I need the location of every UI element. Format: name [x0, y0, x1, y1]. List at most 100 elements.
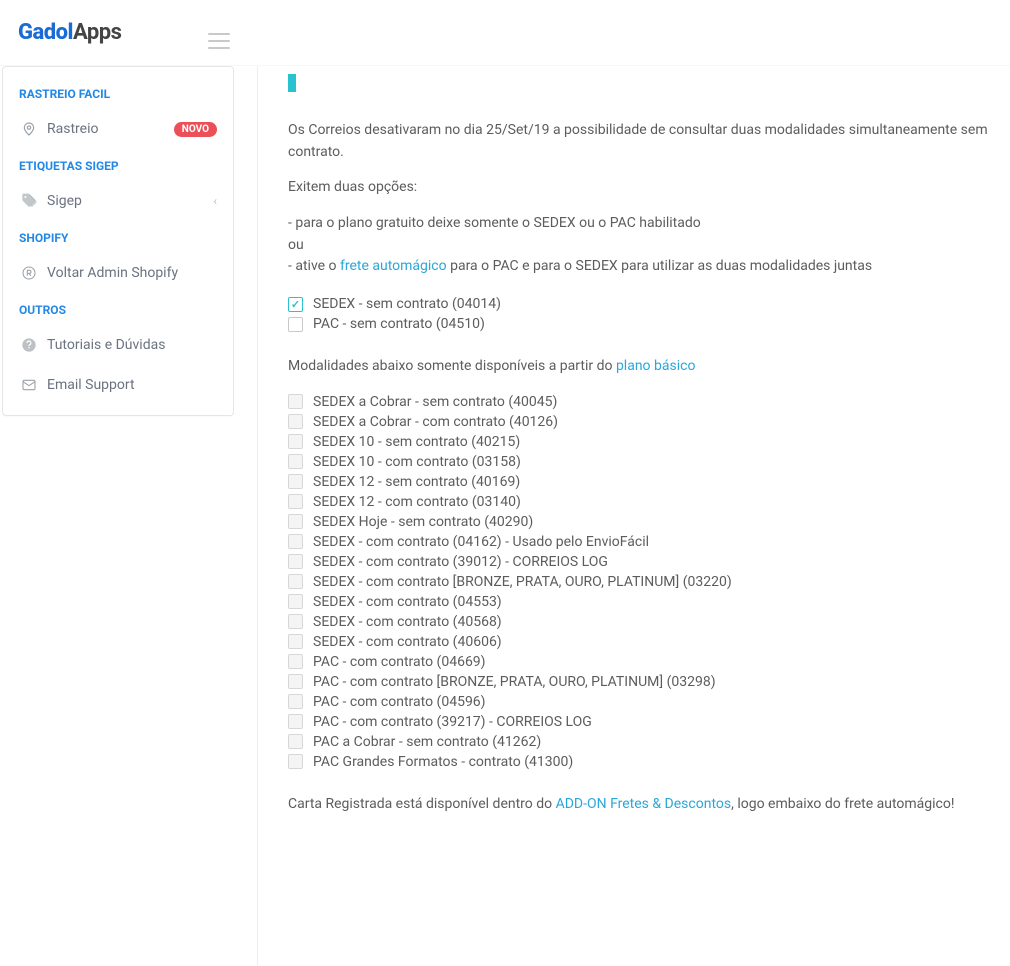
checkbox: [288, 634, 303, 649]
checkbox: [288, 514, 303, 529]
shipping-option-label: SEDEX - com contrato (04162) - Usado pel…: [313, 534, 649, 550]
checkbox: [288, 694, 303, 709]
basic-notice-pre: Modalidades abaixo somente disponíveis a…: [288, 358, 616, 374]
accent-bar: [288, 74, 296, 92]
sidebar: RASTREIO FACIL Rastreio NOVO ETIQUETAS SIGE…: [2, 66, 234, 416]
sidebar-section-title: SHOPIFY: [3, 221, 233, 253]
basic-plan-notice: Modalidades abaixo somente disponíveis a…: [288, 356, 990, 378]
top-header: GadolApps: [0, 0, 1010, 66]
checkbox: [288, 614, 303, 629]
shipping-option-row: SEDEX 10 - com contrato (03158): [288, 454, 990, 470]
basic-options-list: SEDEX a Cobrar - sem contrato (40045) SED…: [288, 394, 990, 770]
sidebar-section-title: OUTROS: [3, 293, 233, 325]
checkbox: [288, 454, 303, 469]
logo-dark-part: Apps: [73, 20, 121, 45]
addon-fretes-link[interactable]: ADD-ON Fretes & Descontos: [556, 796, 732, 812]
sidebar-item-label: Email Support: [47, 377, 135, 393]
checkbox: [288, 674, 303, 689]
sidebar-section-title: ETIQUETAS SIGEP: [3, 149, 233, 181]
shipping-option-row: SEDEX 12 - sem contrato (40169): [288, 474, 990, 490]
shipping-option-row: SEDEX 10 - sem contrato (40215): [288, 434, 990, 450]
checkbox: [288, 494, 303, 509]
shipping-option-label: SEDEX - com contrato [BRONZE, PRATA, OUR…: [313, 574, 732, 590]
shipping-option-row: PAC - com contrato (04669): [288, 654, 990, 670]
checkbox: [288, 594, 303, 609]
sidebar-item-tutoriais-e-d-vidas[interactable]: Tutoriais e Dúvidas: [3, 325, 233, 365]
shipping-option-row: SEDEX a Cobrar - sem contrato (40045): [288, 394, 990, 410]
menu-toggle-button[interactable]: [200, 20, 238, 62]
shipping-option-label: SEDEX a Cobrar - sem contrato (40045): [313, 394, 557, 410]
checkbox[interactable]: [288, 317, 303, 332]
sidebar-item-label: Tutoriais e Dúvidas: [47, 337, 165, 353]
shipping-option-label: PAC a Cobrar - sem contrato (41262): [313, 734, 541, 750]
option-or: ou: [288, 237, 304, 253]
shipping-option-row: SEDEX - com contrato (04162) - Usado pel…: [288, 534, 990, 550]
sidebar-item-label: Voltar Admin Shopify: [47, 265, 178, 281]
info-paragraph-3: - para o plano gratuito deixe somente o …: [288, 213, 990, 278]
shipping-option-label: SEDEX - com contrato (39012) - CORREIOS …: [313, 554, 608, 570]
help-icon: [19, 335, 39, 355]
shipping-option-row: SEDEX - com contrato (04553): [288, 594, 990, 610]
shipping-option-row: SEDEX - com contrato (40568): [288, 614, 990, 630]
checkbox: [288, 474, 303, 489]
shipping-option-label: SEDEX - com contrato (04553): [313, 594, 502, 610]
shipping-option-label: SEDEX Hoje - sem contrato (40290): [313, 514, 533, 530]
carta-post: , logo embaixo do frete automágico!: [731, 796, 954, 812]
shipping-option-row: PAC - com contrato (04596): [288, 694, 990, 710]
sidebar-item-label: Sigep: [47, 193, 82, 209]
shipping-option-label: SEDEX a Cobrar - com contrato (40126): [313, 414, 558, 430]
shipping-option-label: SEDEX 12 - sem contrato (40169): [313, 474, 520, 490]
mail-icon: [19, 375, 39, 395]
logo-color-part: Gadol: [18, 20, 73, 45]
pin-icon: [19, 119, 39, 139]
tag-icon: [19, 191, 39, 211]
plano-basico-link[interactable]: plano básico: [616, 358, 696, 374]
shipping-option-row: PAC Grandes Formatos - contrato (41300): [288, 754, 990, 770]
checkbox: [288, 394, 303, 409]
option-activate-post: para o PAC e para o SEDEX para utilizar …: [447, 258, 872, 274]
shipping-option-row: SEDEX a Cobrar - com contrato (40126): [288, 414, 990, 430]
shipping-option-label: SEDEX 12 - com contrato (03140): [313, 494, 521, 510]
option-free-line: - para o plano gratuito deixe somente o …: [288, 215, 701, 231]
sidebar-item-voltar-admin-shopify[interactable]: Voltar Admin Shopify: [3, 253, 233, 293]
info-paragraph-2: Exitem duas opções:: [288, 177, 990, 199]
sidebar-item-email-support[interactable]: Email Support: [3, 365, 233, 405]
checkbox: [288, 434, 303, 449]
shipping-option-label: SEDEX - com contrato (40568): [313, 614, 502, 630]
shipping-option-row: SEDEX Hoje - sem contrato (40290): [288, 514, 990, 530]
shipping-option-row: SEDEX - com contrato [BRONZE, PRATA, OUR…: [288, 574, 990, 590]
sidebar-item-label: Rastreio: [47, 121, 98, 137]
shipping-option-label: PAC - sem contrato (04510): [313, 316, 485, 332]
checkbox: [288, 534, 303, 549]
shipping-option-label: PAC - com contrato [BRONZE, PRATA, OURO,…: [313, 674, 716, 690]
checkbox: [288, 734, 303, 749]
menu-icon: [208, 33, 230, 35]
registered-icon: [19, 263, 39, 283]
shipping-option-row: PAC - com contrato [BRONZE, PRATA, OURO,…: [288, 674, 990, 690]
shipping-option-row: SEDEX - com contrato (39012) - CORREIOS …: [288, 554, 990, 570]
shipping-option-label: SEDEX 10 - sem contrato (40215): [313, 434, 520, 450]
shipping-option-row: SEDEX - sem contrato (04014): [288, 296, 990, 312]
shipping-option-row: SEDEX - com contrato (40606): [288, 634, 990, 650]
shipping-option-row: PAC - sem contrato (04510): [288, 316, 990, 332]
shipping-option-label: PAC - com contrato (39217) - CORREIOS LO…: [313, 714, 592, 730]
sidebar-item-sigep[interactable]: Sigep‹: [3, 181, 233, 221]
shipping-option-label: PAC - com contrato (04596): [313, 694, 486, 710]
shipping-option-row: SEDEX 12 - com contrato (03140): [288, 494, 990, 510]
logo[interactable]: GadolApps: [18, 20, 121, 45]
checkbox: [288, 714, 303, 729]
checkbox: [288, 554, 303, 569]
free-options-list: SEDEX - sem contrato (04014) PAC - sem co…: [288, 296, 990, 332]
shipping-option-label: SEDEX - sem contrato (04014): [313, 296, 501, 312]
sidebar-item-rastreio[interactable]: Rastreio NOVO: [3, 109, 233, 149]
shipping-option-row: PAC a Cobrar - sem contrato (41262): [288, 734, 990, 750]
checkbox[interactable]: [288, 297, 303, 312]
frete-automagico-link[interactable]: frete automágico: [340, 258, 447, 274]
shipping-option-row: PAC - com contrato (39217) - CORREIOS LO…: [288, 714, 990, 730]
checkbox: [288, 654, 303, 669]
novo-badge: NOVO: [174, 122, 217, 137]
sidebar-section-title: RASTREIO FACIL: [3, 77, 233, 109]
main-panel: Os Correios desativaram no dia 25/Set/19…: [257, 66, 1010, 966]
checkbox: [288, 574, 303, 589]
info-paragraph-1: Os Correios desativaram no dia 25/Set/19…: [288, 120, 990, 163]
